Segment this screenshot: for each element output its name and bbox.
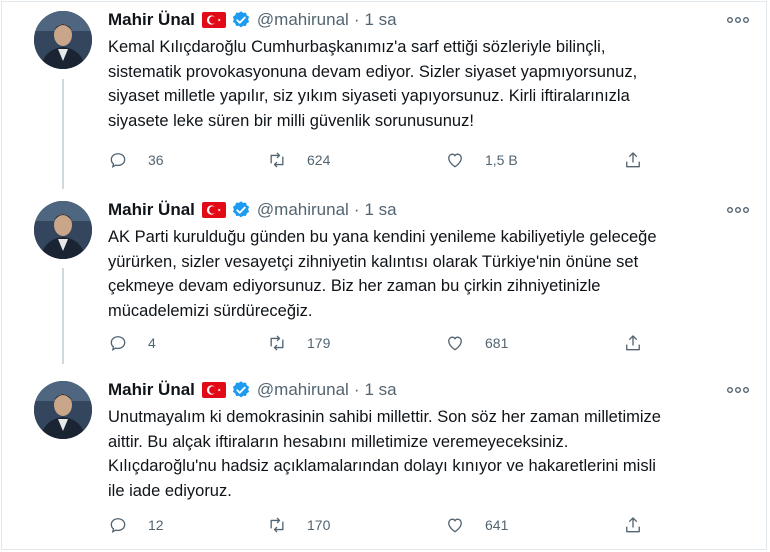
tweet-text-line: Unutmayalım ki demokrasinin sahibi mille…	[108, 408, 661, 426]
share-icon	[626, 517, 640, 533]
tweet-text: Kemal Kılıçdaroğlu Cumhurbaşkanımız'a sa…	[108, 35, 718, 133]
tweet-text: Unutmayalım ki demokrasinin sahibi mille…	[108, 405, 718, 503]
tweet[interactable]: Mahir Ünal @mahirunal · 1 sa AK Parti ku…	[2, 192, 768, 372]
tweet-time[interactable]: 1 sa	[364, 380, 396, 400]
separator-dot: ·	[353, 380, 360, 399]
turkey-flag-icon	[201, 12, 226, 28]
reply-icon	[110, 336, 126, 351]
tweet-text-line: siyasete leke süren bir milli güvenlik s…	[108, 111, 474, 130]
tweet-header: Mahir Ünal @mahirunal · 1 sa	[108, 8, 397, 32]
verified-badge-icon	[232, 381, 249, 398]
tweet-header: Mahir Ünal @mahirunal · 1 sa	[108, 198, 397, 222]
tweet-text-line: aittir. Bu alçak iftiraların hesabını mi…	[108, 432, 569, 451]
retweet-icon	[270, 517, 284, 533]
more-icon[interactable]	[727, 16, 749, 24]
like-icon	[448, 153, 462, 168]
tweet-text-line: mücadelemizi sürdüreceğiz.	[108, 301, 313, 320]
like-count: 681	[485, 335, 509, 351]
turkey-flag-icon	[201, 202, 226, 218]
tweet-text-line: sistematik provokasyonuna devam ediyor. …	[108, 62, 638, 81]
avatar-image	[34, 11, 92, 69]
share-button[interactable]	[623, 333, 643, 353]
author-name[interactable]: Mahir Ünal	[108, 10, 195, 30]
tweet-text-line: siyaset milletle yapılır, siz yıkım siya…	[108, 87, 630, 105]
share-icon	[626, 335, 640, 351]
reply-button[interactable]: 4	[108, 333, 156, 353]
author-name[interactable]: Mahir Ünal	[108, 380, 195, 400]
like-icon	[448, 518, 462, 533]
tweet-text: AK Parti kurulduğu günden bu yana kendin…	[108, 225, 718, 323]
avatar[interactable]	[34, 11, 92, 69]
retweet-button[interactable]: 624	[267, 150, 330, 170]
tweet-text-line: AK Parti kurulduğu günden bu yana kendin…	[108, 228, 657, 246]
avatar-image	[34, 201, 92, 259]
share-button[interactable]	[623, 515, 643, 535]
tweet-actions: 36 624 1,5 B	[108, 150, 668, 172]
tweet-thread: Mahir Ünal @mahirunal · 1 sa Kemal Kılıç…	[1, 1, 767, 550]
author-handle[interactable]: @mahirunal	[257, 10, 349, 30]
retweet-icon	[270, 152, 284, 168]
like-count: 641	[485, 517, 509, 533]
author-handle[interactable]: @mahirunal	[257, 380, 349, 400]
reply-icon	[110, 153, 126, 168]
tweet[interactable]: Mahir Ünal @mahirunal · 1 sa Unutmayalım…	[2, 372, 768, 550]
tweet-text-line: ile iade ediyoruz.	[108, 481, 232, 500]
tweet[interactable]: Mahir Ünal @mahirunal · 1 sa Kemal Kılıç…	[2, 2, 768, 187]
reply-count: 12	[148, 517, 164, 533]
reply-button[interactable]: 12	[108, 515, 164, 535]
tweet-text-line: Kılıçdaroğlu'nu hadsiz açıklamalarından …	[108, 457, 656, 475]
like-count: 1,5 B	[485, 152, 518, 168]
tweet-text-line: çekmeye devam ediyorsunuz. Biz her zaman…	[108, 277, 601, 295]
like-button[interactable]: 1,5 B	[445, 150, 518, 170]
separator-dot: ·	[353, 10, 360, 29]
like-icon	[448, 336, 462, 351]
retweet-count: 624	[307, 152, 331, 168]
retweet-button[interactable]: 170	[267, 515, 330, 535]
like-button[interactable]: 681	[445, 333, 508, 353]
tweet-actions: 4 179 681	[108, 333, 668, 355]
share-icon	[626, 152, 640, 168]
tweet-actions: 12 170 641	[108, 515, 668, 537]
tweet-time[interactable]: 1 sa	[364, 200, 396, 220]
like-button[interactable]: 641	[445, 515, 508, 535]
reply-count: 4	[148, 335, 156, 351]
more-icon[interactable]	[727, 206, 749, 214]
tweet-text-line: yürürken, sizler vesayetçi zihniyetin ka…	[108, 252, 639, 271]
tweet-text-line: Kemal Kılıçdaroğlu Cumhurbaşkanımız'a sa…	[108, 38, 606, 56]
author-handle[interactable]: @mahirunal	[257, 200, 349, 220]
reply-icon	[110, 518, 126, 533]
retweet-count: 170	[307, 517, 331, 533]
avatar[interactable]	[34, 201, 92, 259]
turkey-flag-icon	[201, 382, 226, 398]
retweet-button[interactable]: 179	[267, 333, 330, 353]
verified-badge-icon	[232, 201, 249, 218]
verified-badge-icon	[232, 11, 249, 28]
share-button[interactable]	[623, 150, 643, 170]
more-icon[interactable]	[727, 386, 749, 394]
tweet-header: Mahir Ünal @mahirunal · 1 sa	[108, 378, 397, 402]
retweet-count: 179	[307, 335, 331, 351]
avatar-image	[34, 381, 92, 439]
author-name[interactable]: Mahir Ünal	[108, 200, 195, 220]
separator-dot: ·	[353, 200, 360, 219]
reply-button[interactable]: 36	[108, 150, 164, 170]
reply-count: 36	[148, 152, 164, 168]
tweet-time[interactable]: 1 sa	[364, 10, 396, 30]
avatar[interactable]	[34, 381, 92, 439]
retweet-icon	[270, 335, 284, 351]
